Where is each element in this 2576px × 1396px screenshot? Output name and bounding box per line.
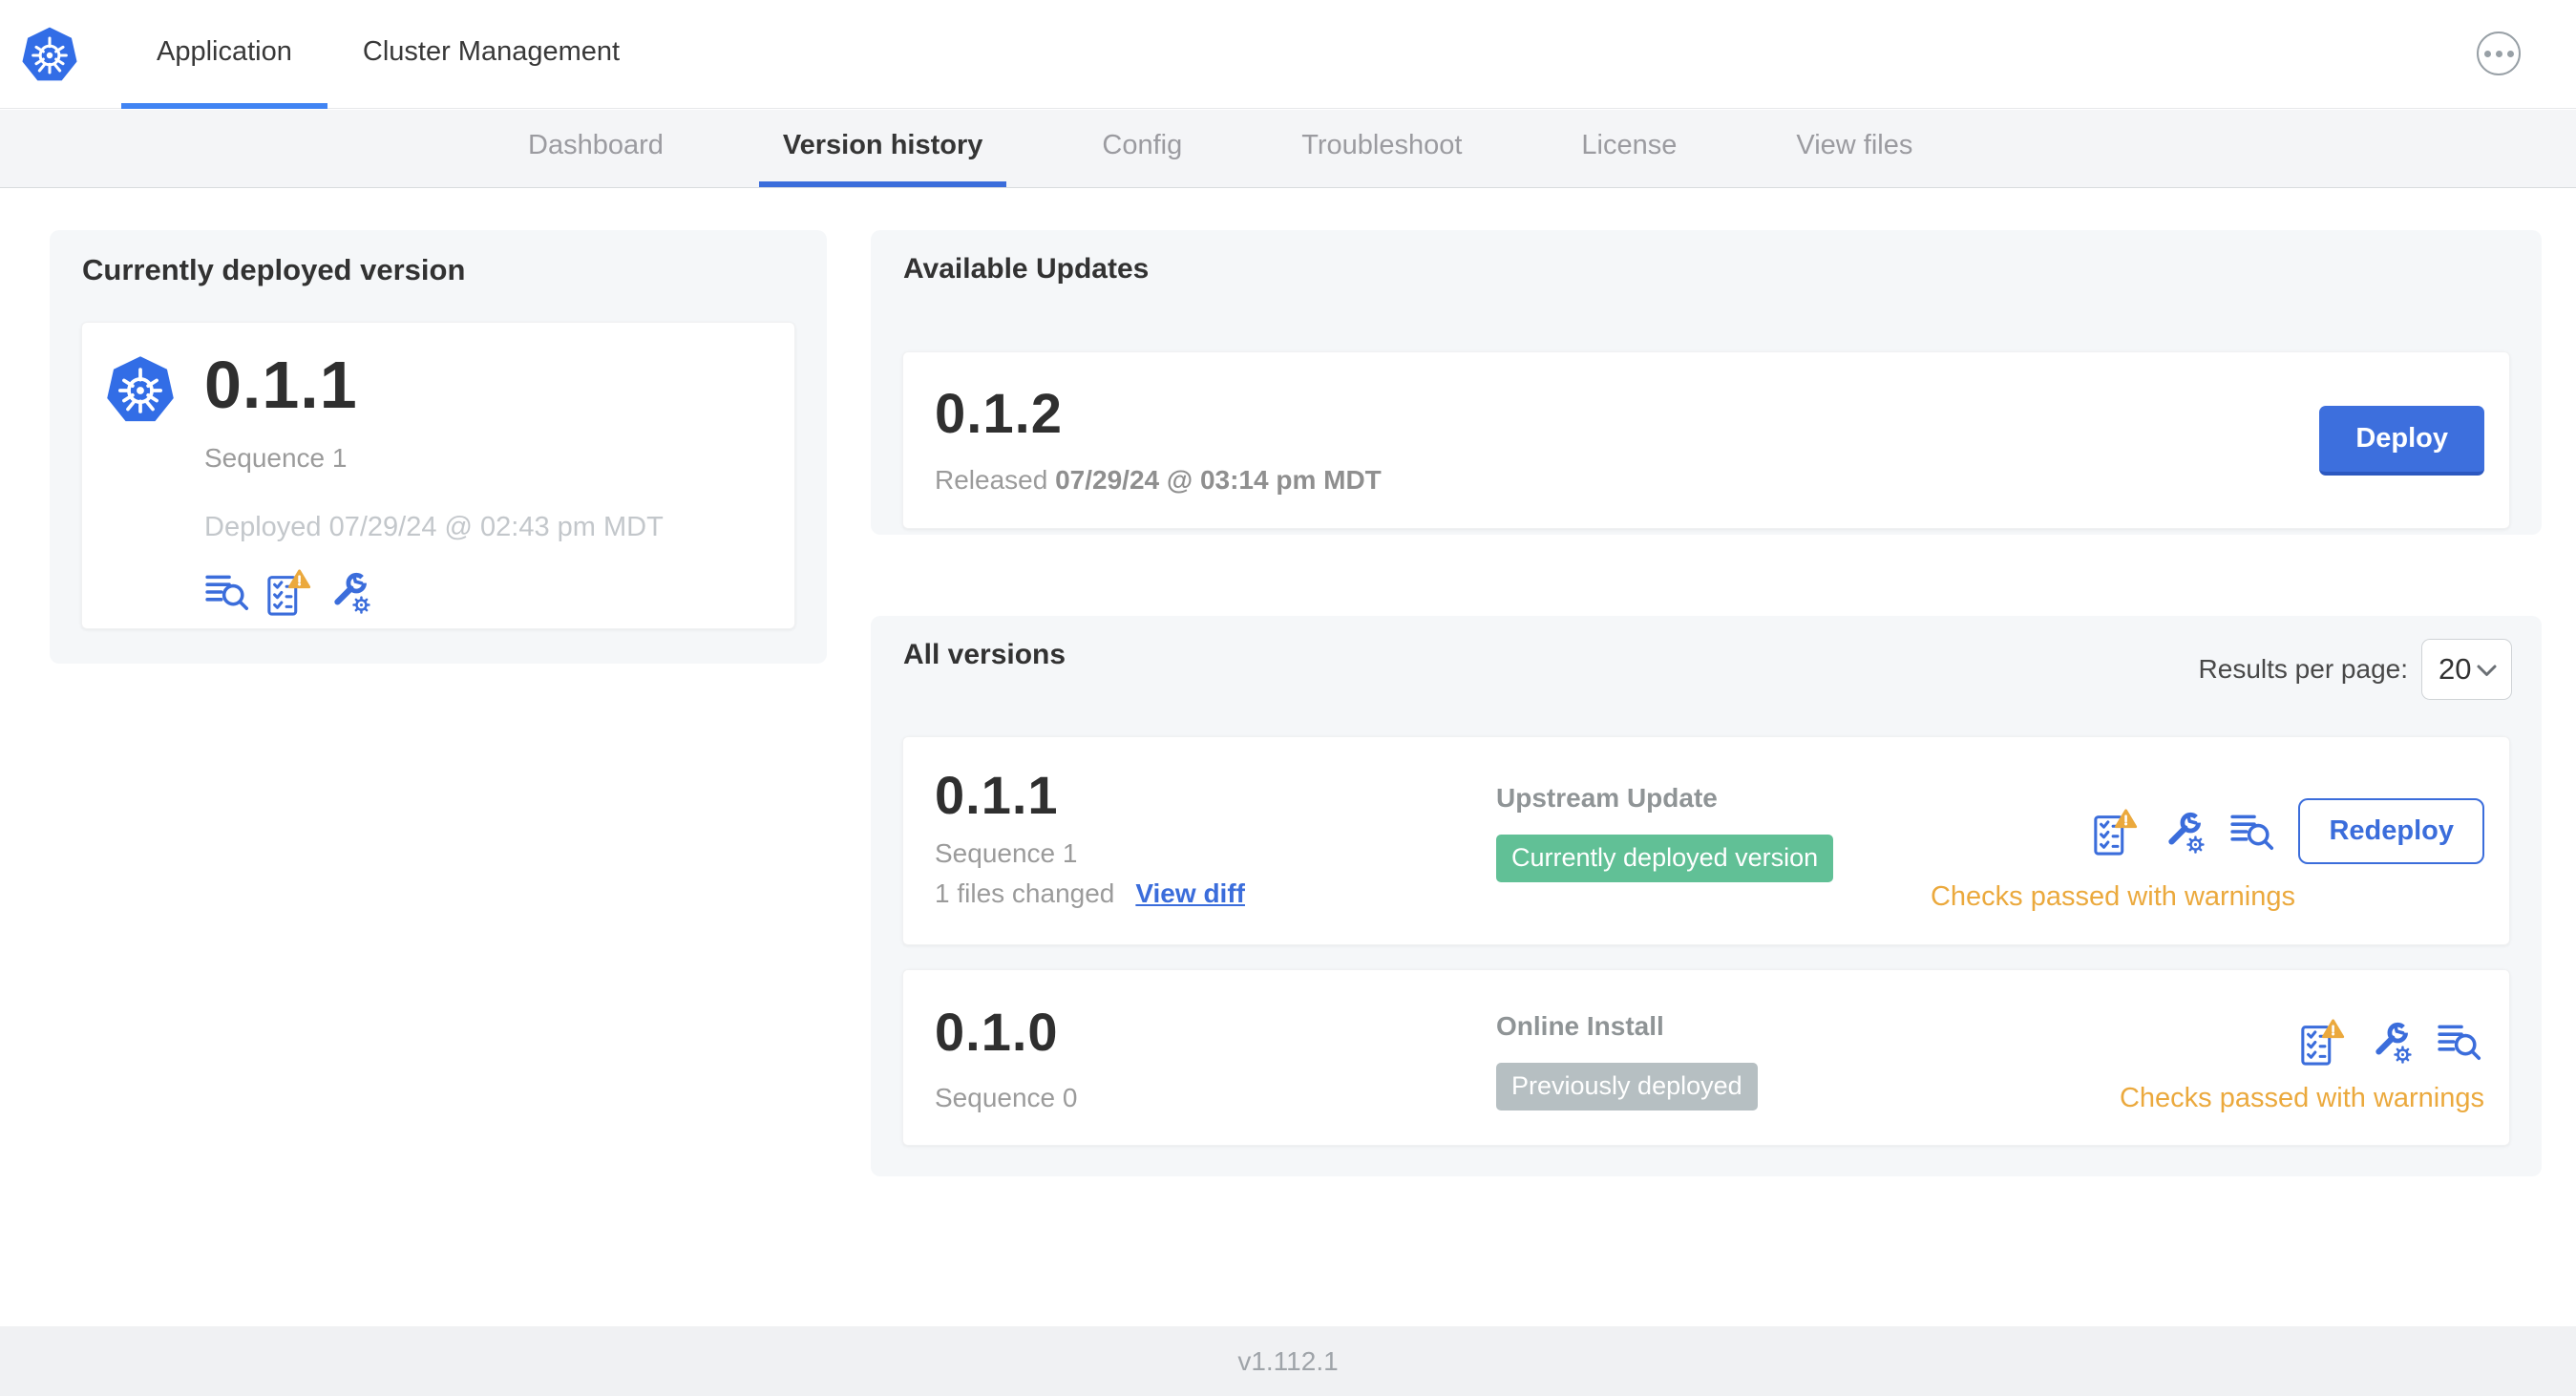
version-row-0-1-1: 0.1.1 Sequence 1 1 files changed View di…	[902, 736, 2510, 945]
results-per-page-value: 20	[2439, 652, 2472, 686]
tab-troubleshoot-label: Troubleshoot	[1301, 130, 1463, 160]
redeploy-button[interactable]: Redeploy	[2298, 798, 2484, 864]
results-per-page: Results per page: 20	[2199, 639, 2512, 700]
released-date: 07/29/24 @ 03:14 pm MDT	[1055, 465, 1382, 495]
ellipsis-dot	[2483, 50, 2491, 57]
currently-deployed-panel: Currently deployed version 0.1.1 Sequenc…	[50, 230, 827, 664]
tab-cluster-management[interactable]: Cluster Management	[327, 0, 655, 109]
top-tabs: Application Cluster Management	[121, 0, 655, 109]
version-row-0-1-0: 0.1.0 Sequence 0 Online Install Previous…	[902, 969, 2510, 1146]
currently-deployed-card: 0.1.1 Sequence 1 Deployed 07/29/24 @ 02:…	[81, 322, 795, 629]
results-per-page-label: Results per page:	[2198, 654, 2408, 684]
config-icon[interactable]	[2161, 808, 2208, 856]
deploy-logs-icon[interactable]	[204, 568, 252, 616]
tab-license[interactable]: License	[1557, 110, 1700, 187]
version-number: 0.1.0	[935, 1002, 1059, 1062]
source-label: Online Install	[1496, 1011, 1664, 1041]
ellipsis-menu-button[interactable]	[2477, 32, 2521, 75]
currently-deployed-details: 0.1.1 Sequence 1 Deployed 07/29/24 @ 02:…	[204, 348, 664, 628]
all-versions-title: All versions	[903, 639, 1066, 670]
preflight-checks-warning-icon[interactable]	[2299, 1018, 2347, 1066]
tab-view-files[interactable]: View files	[1772, 110, 1936, 187]
tab-application[interactable]: Application	[121, 0, 327, 109]
all-versions-panel: All versions Results per page: 20 0.1.1 …	[871, 616, 2542, 1176]
tab-version-history[interactable]: Version history	[758, 110, 1007, 187]
ellipsis-dot	[2495, 50, 2502, 57]
current-version-deployed-timestamp: Deployed 07/29/24 @ 02:43 pm MDT	[204, 512, 664, 542]
available-update-details: 0.1.2 Released 07/29/24 @ 03:14 pm MDT	[935, 385, 1382, 496]
files-changed-line: 1 files changed View diff	[935, 878, 1245, 909]
previously-deployed-badge: Previously deployed	[1496, 1063, 1758, 1110]
current-version-actions	[204, 568, 664, 616]
preflight-checks-warning-icon[interactable]	[2092, 808, 2140, 856]
version-action-buttons	[2299, 1018, 2484, 1066]
source-label: Upstream Update	[1496, 783, 1718, 813]
tab-cluster-management-label: Cluster Management	[362, 35, 621, 67]
version-info: 0.1.0 Sequence 0	[935, 1003, 1077, 1113]
tab-config-label: Config	[1102, 130, 1183, 160]
tab-dashboard[interactable]: Dashboard	[504, 110, 687, 187]
currently-deployed-badge: Currently deployed version	[1496, 835, 1834, 882]
current-version-sequence: Sequence 1	[204, 443, 348, 473]
currently-deployed-title: Currently deployed version	[82, 253, 466, 286]
config-icon[interactable]	[327, 568, 374, 616]
ellipsis-dot	[2506, 50, 2514, 57]
version-info: 0.1.1 Sequence 1 1 files changed View di…	[935, 766, 1245, 909]
deploy-logs-icon[interactable]	[2437, 1018, 2484, 1066]
current-version-number: 0.1.1	[204, 348, 358, 422]
deploy-logs-icon[interactable]	[2229, 808, 2277, 856]
available-update-card: 0.1.2 Released 07/29/24 @ 03:14 pm MDT D…	[902, 351, 2510, 529]
available-updates-title: Available Updates	[903, 253, 1150, 285]
top-nav: Application Cluster Management	[0, 0, 2576, 109]
footer: v1.112.1	[0, 1326, 2576, 1396]
version-sequence: Sequence 1	[935, 838, 1078, 868]
tab-troubleshoot[interactable]: Troubleshoot	[1277, 110, 1486, 187]
version-sequence: Sequence 0	[935, 1083, 1078, 1112]
tab-dashboard-label: Dashboard	[528, 130, 664, 160]
version-source: Online Install Previously deployed	[1496, 1011, 1758, 1110]
checks-status-text: Checks passed with warnings	[1930, 881, 2295, 912]
released-prefix: Released	[935, 465, 1056, 495]
preflight-checks-warning-icon[interactable]	[265, 568, 313, 616]
version-history-page: Application Cluster Management Dashboard…	[0, 0, 2576, 1396]
available-version-number: 0.1.2	[935, 383, 1063, 445]
checks-status-text: Checks passed with warnings	[2119, 1083, 2484, 1113]
tab-license-label: License	[1581, 130, 1678, 160]
tab-config[interactable]: Config	[1078, 110, 1206, 187]
tab-view-files-label: View files	[1796, 130, 1913, 160]
results-per-page-select[interactable]: 20	[2421, 639, 2512, 700]
deploy-button[interactable]: Deploy	[2319, 405, 2484, 476]
files-changed-label: 1 files changed	[935, 878, 1115, 908]
version-source: Upstream Update Currently deployed versi…	[1496, 783, 1834, 882]
version-action-buttons: Redeploy	[2092, 798, 2484, 864]
view-diff-link[interactable]: View diff	[1135, 878, 1245, 909]
kubernetes-logo-icon	[20, 26, 79, 82]
version-number: 0.1.1	[935, 765, 1059, 825]
version-actions: Checks passed with warnings	[2120, 1018, 2484, 1114]
available-updates-panel: Available Updates 0.1.2 Released 07/29/2…	[871, 230, 2542, 535]
admin-console-version: v1.112.1	[1237, 1345, 1339, 1376]
available-version-released: Released 07/29/24 @ 03:14 pm MDT	[935, 465, 1382, 496]
config-icon[interactable]	[2368, 1018, 2416, 1066]
tab-application-label: Application	[157, 35, 292, 67]
app-sub-nav: Dashboard Version history Config Trouble…	[0, 110, 2576, 188]
version-actions: Redeploy Checks passed with warnings	[1931, 798, 2484, 913]
tab-version-history-label: Version history	[782, 130, 983, 160]
kubernetes-app-icon	[105, 354, 176, 424]
chevron-down-icon	[2477, 665, 2497, 676]
